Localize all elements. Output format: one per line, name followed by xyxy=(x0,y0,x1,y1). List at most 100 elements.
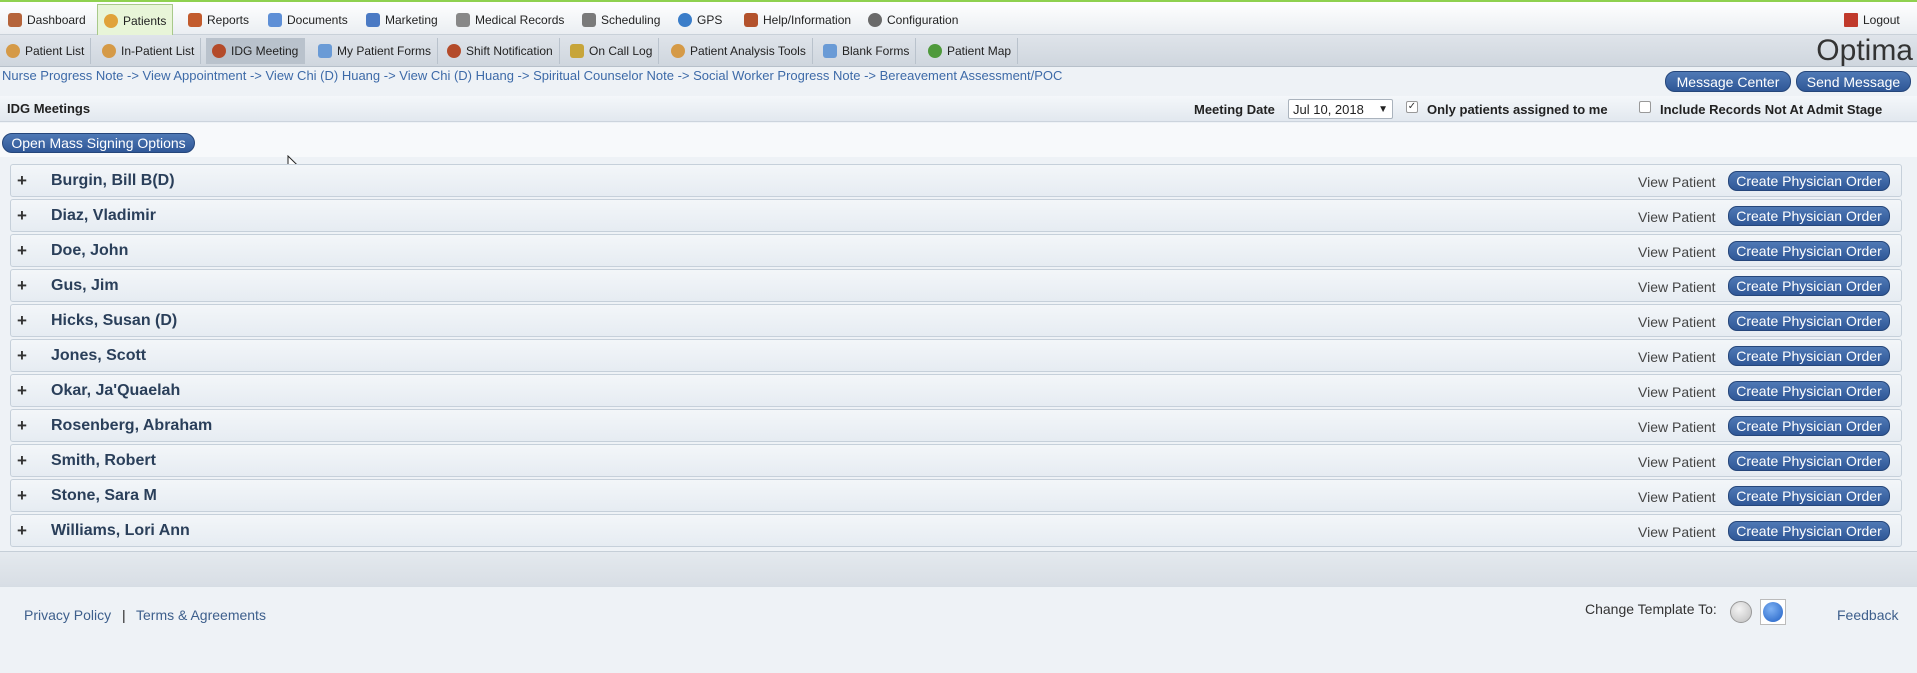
template-gray-button[interactable] xyxy=(1730,601,1752,623)
expand-icon[interactable]: + xyxy=(17,206,27,226)
nav-patients[interactable]: Patients xyxy=(97,4,174,37)
in-patient-icon xyxy=(102,44,116,58)
feedback-link[interactable]: Feedback xyxy=(1837,607,1898,623)
expand-icon[interactable]: + xyxy=(17,241,27,261)
nav-label: Help/Information xyxy=(763,12,852,27)
patient-name[interactable]: Burgin, Bill B(D) xyxy=(51,172,175,190)
forms-icon xyxy=(318,44,332,58)
terms-agreements-link[interactable]: Terms & Agreements xyxy=(136,607,266,623)
patient-name[interactable]: Doe, John xyxy=(51,242,128,260)
nav-help[interactable]: Help/Information xyxy=(738,4,857,35)
scheduling-icon xyxy=(582,12,596,27)
only-assigned-label: Only patients assigned to me xyxy=(1427,102,1608,117)
expand-icon[interactable]: + xyxy=(17,521,27,541)
create-physician-order-button[interactable]: Create Physician Order xyxy=(1728,381,1890,401)
view-patient-link[interactable]: View Patient xyxy=(1638,524,1716,540)
page-title: IDG Meetings xyxy=(7,101,91,116)
message-center-button[interactable]: Message Center xyxy=(1665,71,1791,92)
create-physician-order-button[interactable]: Create Physician Order xyxy=(1728,171,1890,191)
create-physician-order-button[interactable]: Create Physician Order xyxy=(1728,311,1890,331)
expand-icon[interactable]: + xyxy=(17,416,27,436)
nav-label: Patients xyxy=(123,14,167,28)
patient-row[interactable]: + Smith, Robert View Patient Create Phys… xyxy=(10,444,1902,477)
view-patient-link[interactable]: View Patient xyxy=(1638,209,1716,225)
patient-name[interactable]: Gus, Jim xyxy=(51,277,119,295)
create-physician-order-button[interactable]: Create Physician Order xyxy=(1728,206,1890,226)
patient-row[interactable]: + Diaz, Vladimir View Patient Create Phy… xyxy=(10,199,1902,232)
view-patient-link[interactable]: View Patient xyxy=(1638,489,1716,505)
create-physician-order-button[interactable]: Create Physician Order xyxy=(1728,521,1890,541)
patient-row[interactable]: + Hicks, Susan (D) View Patient Create P… xyxy=(10,304,1902,337)
subnav-idg-meeting[interactable]: IDG Meeting xyxy=(206,38,306,64)
nav-documents[interactable]: Documents xyxy=(262,4,354,35)
nav-medical-records[interactable]: Medical Records xyxy=(450,4,570,35)
expand-icon[interactable]: + xyxy=(17,276,27,296)
open-mass-signing-button[interactable]: Open Mass Signing Options xyxy=(2,133,195,153)
patient-name[interactable]: Jones, Scott xyxy=(51,347,146,365)
patient-row[interactable]: + Rosenberg, Abraham View Patient Create… xyxy=(10,409,1902,442)
create-physician-order-button[interactable]: Create Physician Order xyxy=(1728,241,1890,261)
nav-label: GPS xyxy=(697,12,723,27)
nav-scheduling[interactable]: Scheduling xyxy=(576,4,666,35)
meeting-date-select[interactable]: Jul 10, 2018 ▼ xyxy=(1288,99,1393,119)
create-physician-order-button[interactable]: Create Physician Order xyxy=(1728,346,1890,366)
patient-row[interactable]: + Jones, Scott View Patient Create Physi… xyxy=(10,339,1902,372)
send-message-button[interactable]: Send Message xyxy=(1796,71,1911,92)
logout-button[interactable]: Logout xyxy=(1838,4,1906,35)
subnav-patient-map[interactable]: Patient Map xyxy=(922,38,1019,64)
nav-gps[interactable]: GPS xyxy=(672,4,728,35)
patient-row[interactable]: + Doe, John View Patient Create Physicia… xyxy=(10,234,1902,267)
view-patient-link[interactable]: View Patient xyxy=(1638,419,1716,435)
create-physician-order-button[interactable]: Create Physician Order xyxy=(1728,276,1890,296)
view-patient-link[interactable]: View Patient xyxy=(1638,314,1716,330)
patient-row[interactable]: + Stone, Sara M View Patient Create Phys… xyxy=(10,479,1902,512)
subnav-in-patient-list[interactable]: In-Patient List xyxy=(96,38,202,64)
include-records-checkbox[interactable] xyxy=(1639,101,1651,113)
view-patient-link[interactable]: View Patient xyxy=(1638,349,1716,365)
expand-icon[interactable]: + xyxy=(17,171,27,191)
patient-name[interactable]: Rosenberg, Abraham xyxy=(51,417,212,435)
expand-icon[interactable]: + xyxy=(17,451,27,471)
change-template-label: Change Template To: xyxy=(1585,601,1717,617)
template-blue-button[interactable] xyxy=(1763,602,1783,622)
expand-icon[interactable]: + xyxy=(17,311,27,331)
template-blue-frame[interactable] xyxy=(1760,599,1786,625)
view-patient-link[interactable]: View Patient xyxy=(1638,244,1716,260)
subnav-patient-list[interactable]: Patient List xyxy=(0,38,92,64)
expand-icon[interactable]: + xyxy=(17,346,27,366)
view-patient-link[interactable]: View Patient xyxy=(1638,174,1716,190)
patient-name[interactable]: Stone, Sara M xyxy=(51,487,157,505)
create-physician-order-button[interactable]: Create Physician Order xyxy=(1728,486,1890,506)
view-patient-link[interactable]: View Patient xyxy=(1638,454,1716,470)
nav-marketing[interactable]: Marketing xyxy=(360,4,444,35)
nav-configuration[interactable]: Configuration xyxy=(862,4,964,35)
subnav-patient-analysis-tools[interactable]: Patient Analysis Tools xyxy=(665,38,813,64)
view-patient-link[interactable]: View Patient xyxy=(1638,384,1716,400)
nav-dashboard[interactable]: Dashboard xyxy=(2,4,92,35)
patient-row[interactable]: + Okar, Ja'Quaelah View Patient Create P… xyxy=(10,374,1902,407)
view-patient-link[interactable]: View Patient xyxy=(1638,279,1716,295)
breadcrumb[interactable]: Nurse Progress Note -> View Appointment … xyxy=(2,68,1062,83)
privacy-policy-link[interactable]: Privacy Policy xyxy=(24,607,111,623)
expand-icon[interactable]: + xyxy=(17,381,27,401)
subnav-blank-forms[interactable]: Blank Forms xyxy=(817,38,917,64)
subnav-on-call-log[interactable]: On Call Log xyxy=(564,38,660,64)
patient-name[interactable]: Williams, Lori Ann xyxy=(51,522,190,540)
patient-name[interactable]: Smith, Robert xyxy=(51,452,156,470)
subnav-label: In-Patient List xyxy=(121,44,195,58)
expand-icon[interactable]: + xyxy=(17,486,27,506)
subnav-shift-notification[interactable]: Shift Notification xyxy=(441,38,560,64)
patient-row[interactable]: + Williams, Lori Ann View Patient Create… xyxy=(10,514,1902,547)
create-physician-order-button[interactable]: Create Physician Order xyxy=(1728,451,1890,471)
patient-row[interactable]: + Gus, Jim View Patient Create Physician… xyxy=(10,269,1902,302)
patient-name[interactable]: Okar, Ja'Quaelah xyxy=(51,382,180,400)
only-assigned-checkbox[interactable]: ✓ xyxy=(1406,101,1418,113)
patient-row[interactable]: + Burgin, Bill B(D) View Patient Create … xyxy=(10,164,1902,197)
nav-reports[interactable]: Reports xyxy=(182,4,255,35)
subnav-label: On Call Log xyxy=(589,44,653,58)
patient-name[interactable]: Hicks, Susan (D) xyxy=(51,312,177,330)
patient-name[interactable]: Diaz, Vladimir xyxy=(51,207,156,225)
meeting-date-value: Jul 10, 2018 xyxy=(1293,101,1364,117)
subnav-my-patient-forms[interactable]: My Patient Forms xyxy=(312,38,439,64)
create-physician-order-button[interactable]: Create Physician Order xyxy=(1728,416,1890,436)
